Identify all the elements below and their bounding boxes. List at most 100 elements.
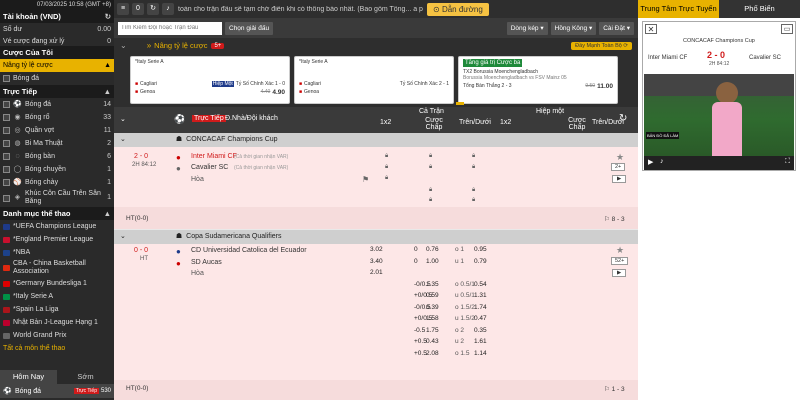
odd-value[interactable]: 2.08 (426, 350, 439, 357)
guide-button[interactable]: ⊙ Dẫn đường (427, 2, 489, 16)
boost-card-3[interactable]: Tăng giá trị Cược ba TX2 Borussia Moench… (458, 56, 618, 104)
odd-value[interactable]: 0.95 (474, 246, 487, 253)
odd-value[interactable]: 1.75 (426, 327, 439, 334)
league-header-2[interactable]: ⌄ ☗ Copa Sudamericana Qualifiers (114, 230, 638, 244)
my-bets-header[interactable]: Cược Của Tôi (0, 46, 114, 59)
live-sport-item[interactable]: ◌ Bóng bàn 6 (0, 150, 114, 163)
odd-value[interactable]: 0.59 (426, 292, 439, 299)
live-sport-item[interactable]: ⚽ Bóng đá 14 (0, 98, 114, 111)
tab-street[interactable]: Phố Biển (719, 0, 800, 18)
more-markets-button[interactable]: 52+ (611, 257, 629, 265)
hdp-line: -0.5 (414, 326, 426, 334)
odd-1x2[interactable]: 2.01 (370, 269, 383, 276)
checkbox[interactable] (3, 114, 10, 121)
menu-icon[interactable]: ≡ (117, 3, 129, 15)
play-icon[interactable]: ▶ (648, 158, 653, 166)
tab-today[interactable]: Hôm Nay (0, 370, 57, 384)
hdp-line: +0.5 (414, 338, 427, 345)
live-header[interactable]: Trực Tiếp ▲ (0, 85, 114, 98)
boost-sport-item[interactable]: Bóng đá (0, 72, 114, 85)
odd-value[interactable]: 0.43 (426, 338, 439, 345)
star-icon[interactable]: ★ (616, 152, 624, 163)
odd-1x2[interactable]: 3.02 (370, 246, 383, 253)
league-item[interactable]: *Italy Serie A (0, 290, 114, 303)
odd-value[interactable]: 0.39 (426, 304, 439, 311)
choose-league-button[interactable]: Chọn giải đấu (225, 21, 274, 35)
live-sport-item[interactable]: ◎ Quần vợt 11 (0, 124, 114, 137)
live-sport-item[interactable]: ◈ Khúc Côn Cầu Trên Sân Băng 1 (0, 189, 114, 207)
odd-value[interactable]: 0.47 (474, 315, 487, 322)
checkbox[interactable] (3, 75, 10, 82)
checkbox[interactable] (3, 140, 10, 147)
live-stream-icon[interactable]: ⚑ (362, 175, 369, 184)
datetime: 07/03/2025 10:58 (GMT +8) (0, 0, 114, 10)
expand-icon[interactable]: ▭ (781, 24, 793, 34)
more-markets-button[interactable]: 2+ (611, 163, 626, 171)
refresh-icon[interactable]: ↻ (105, 10, 111, 23)
ht-row-1: HT(0-0) ⚐ 8 - 3 (114, 207, 638, 229)
odds-format-select[interactable]: Hồng Kông ▾ (550, 21, 597, 35)
live-sport-item[interactable]: ◉ Bóng rổ 33 (0, 111, 114, 124)
odd-value[interactable]: 0.54 (474, 281, 487, 288)
live-tab[interactable]: Trực Tiếp (192, 115, 226, 122)
league-item[interactable]: World Grand Prix (0, 329, 114, 342)
checkbox[interactable] (3, 194, 10, 202)
play-icon[interactable]: ▶ (612, 175, 627, 183)
tab-early[interactable]: Sớm (57, 370, 114, 384)
odd-value[interactable]: 0.79 (474, 258, 487, 265)
play-icon[interactable]: ▶ (612, 269, 627, 277)
odd-value[interactable]: 1.61 (474, 338, 487, 345)
bottom-sport-row[interactable]: ⚽ Bóng đá Trực Tiếp 530 (0, 384, 114, 398)
checkbox[interactable] (3, 153, 10, 160)
chevron-down-icon[interactable]: ⌄ (120, 115, 126, 123)
bet-type-select[interactable]: Dòng kép ▾ (506, 21, 548, 35)
categories-header[interactable]: Danh mục thể thao ▲ (0, 207, 114, 220)
star-icon[interactable]: ★ (616, 245, 624, 256)
odd-value[interactable]: 0.76 (426, 246, 439, 253)
checkbox[interactable] (3, 179, 10, 186)
checkbox[interactable] (3, 101, 10, 108)
left-sidebar: 07/03/2025 10:58 (GMT +8) Tài khoản (VND… (0, 0, 114, 400)
refresh-icon[interactable]: ↻ (619, 113, 627, 124)
league-item[interactable]: CBA - China Basketball Association (0, 259, 114, 277)
league-header-1[interactable]: ⌄ ☗ CONCACAF Champions Cup (114, 133, 638, 147)
league-item[interactable]: *NBA (0, 246, 114, 259)
chevron-down-icon[interactable]: ⌄ (120, 41, 127, 50)
sound-icon[interactable]: ♪ (162, 3, 174, 15)
checkbox[interactable] (3, 127, 10, 134)
odd-value[interactable]: 1.31 (474, 292, 487, 299)
league-item[interactable]: Nhật Bản J-League Hạng 1 (0, 316, 114, 329)
odd-value[interactable]: 1.00 (426, 258, 439, 265)
checkbox[interactable] (3, 166, 10, 173)
match-time: HT (140, 256, 148, 262)
volume-icon[interactable]: ♪ (660, 158, 664, 165)
live-sport-item[interactable]: ⚾ Bóng chày 1 (0, 176, 114, 189)
video-player[interactable]: BẢN ĐỒ ĐÃ LÀM (644, 74, 794, 156)
live-sport-item[interactable]: ◍ Bi Ma Thuật 2 (0, 137, 114, 150)
refresh-icon[interactable]: ↻ (147, 3, 159, 15)
live-sport-item[interactable]: ◯ Bóng chuyền 1 (0, 163, 114, 176)
odd-value[interactable]: 1.74 (474, 304, 487, 311)
close-icon[interactable]: ✕ (645, 24, 657, 34)
all-sports-link[interactable]: Tất cả môn thể thao (0, 342, 114, 355)
search-input[interactable] (118, 21, 222, 35)
boost-card-2[interactable]: *Italy Serie A ■ Cagliari Tỷ Số Chính Xác … (294, 56, 454, 104)
league-item[interactable]: *UEFA Champions League (0, 220, 114, 233)
odd-value[interactable]: 1.58 (426, 315, 439, 322)
odd-value[interactable]: 0.35 (474, 327, 487, 334)
boost-all-button[interactable]: Đầy Mạnh Toàn Bộ ⟳ (571, 41, 632, 50)
settings-select[interactable]: Cài Đặt ▾ (599, 21, 634, 35)
tab-live-center[interactable]: Trung Tâm Trực Tuyến (638, 0, 719, 18)
odd-value[interactable]: 1.14 (474, 350, 487, 357)
boost-odds-item[interactable]: Nâng tỷ lệ cược ▲ (0, 59, 114, 72)
odd-value[interactable]: 1.35 (426, 281, 439, 288)
boost-cards-area: *Italy Serie A ■ Cagliari Hiệp Một Tỷ Số Ch… (114, 53, 638, 107)
league-item[interactable]: *England Premier League (0, 233, 114, 246)
boost-card-1[interactable]: *Italy Serie A ■ Cagliari Hiệp Một Tỷ Số Ch… (130, 56, 290, 104)
account-header[interactable]: Tài khoản (VND) ↻ (0, 10, 114, 23)
zero-counter[interactable]: 0 (132, 3, 144, 15)
odd-1x2[interactable]: 3.40 (370, 258, 383, 265)
fullscreen-icon[interactable]: ⛶ (785, 158, 790, 166)
league-item[interactable]: *Spain La Liga (0, 303, 114, 316)
league-item[interactable]: *Germany Bundesliga 1 (0, 277, 114, 290)
